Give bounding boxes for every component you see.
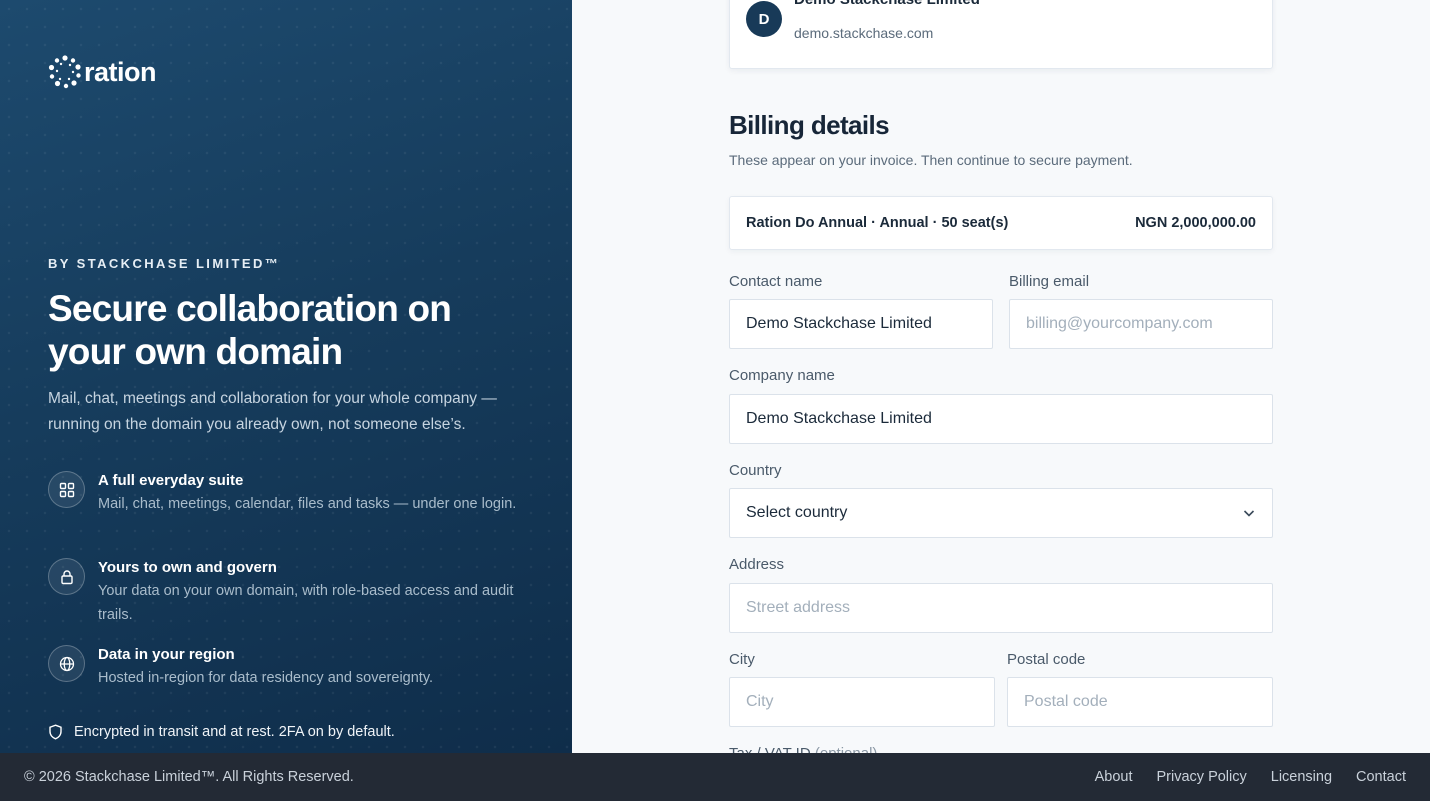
feature-desc: Hosted in-region for data residency and …: [98, 670, 434, 686]
shield-icon: [49, 724, 62, 740]
feature-title: A full everyday suite: [98, 472, 244, 489]
security-note: Encrypted in transit and at rest. 2FA on…: [48, 724, 395, 740]
tax-id-label: Tax / VAT ID (optional): [729, 745, 877, 753]
country-label: Country: [729, 462, 782, 479]
feature-govern: Yours to own and govern Your data on you…: [48, 558, 518, 627]
org-card: D Demo Stackchase Limited demo.stackchas…: [729, 0, 1273, 69]
logo: ration: [48, 55, 157, 89]
plan-price: NGN 2,000,000.00: [1135, 215, 1256, 231]
footer-links: About Privacy Policy Licensing Contact: [1071, 769, 1406, 785]
brand-panel: ration BY STACKCHASE LIMITED™ Secure col…: [0, 0, 572, 753]
company-name-label: Company name: [729, 367, 835, 384]
logo-mark-icon: [48, 55, 81, 89]
feature-desc: Mail, chat, meetings, calendar, files an…: [98, 496, 517, 512]
city-input[interactable]: [729, 677, 995, 727]
address-input[interactable]: [729, 583, 1273, 633]
billing-email-input[interactable]: [1009, 299, 1273, 349]
page-subtitle: These appear on your invoice. Then conti…: [729, 152, 1133, 168]
plan-label: Ration Do Annual · Annual · 50 seat(s): [746, 215, 1009, 231]
footer: © 2026 Stackchase Limited™. All Rights R…: [0, 753, 1430, 801]
company-name-input[interactable]: [729, 394, 1273, 444]
org-domain: demo.stackchase.com: [794, 25, 934, 41]
grid-icon: [48, 471, 85, 508]
city-label: City: [729, 651, 755, 668]
security-note-text: Encrypted in transit and at rest. 2FA on…: [74, 724, 395, 740]
tax-id-label-text: Tax / VAT ID: [729, 745, 811, 753]
page-title: Billing details: [729, 110, 890, 140]
contact-name-label: Contact name: [729, 273, 823, 290]
headline: Secure collaboration on your own domain: [48, 288, 452, 372]
plan-summary: Ration Do Annual · Annual · 50 seat(s) N…: [729, 196, 1273, 250]
logo-text: ration: [84, 57, 157, 87]
intro-text: Mail, chat, meetings and collaboration f…: [48, 390, 497, 433]
billing-email-label: Billing email: [1009, 273, 1090, 290]
feature-desc: Your data on your own domain, with role-…: [98, 583, 514, 623]
country-select[interactable]: Select country: [729, 488, 1273, 538]
copyright: © 2026 Stackchase Limited™. All Rights R…: [24, 769, 354, 785]
checkout-panel: D Demo Stackchase Limited demo.stackchas…: [572, 0, 1430, 753]
globe-icon: [48, 645, 85, 682]
chevron-down-icon: [1243, 510, 1255, 517]
postal-code-input[interactable]: [1007, 677, 1273, 727]
footer-link-about[interactable]: About: [1095, 769, 1133, 785]
feature-region: Data in your region Hosted in-region for…: [48, 645, 518, 690]
footer-link-contact[interactable]: Contact: [1356, 769, 1406, 785]
footer-link-privacy[interactable]: Privacy Policy: [1157, 769, 1247, 785]
country-select-value: Select country: [746, 504, 848, 521]
byline: BY STACKCHASE LIMITED™: [48, 256, 281, 271]
footer-link-licensing[interactable]: Licensing: [1271, 769, 1332, 785]
address-label: Address: [729, 556, 785, 573]
lock-icon: [48, 558, 85, 595]
avatar: D: [746, 1, 782, 37]
feature-title: Yours to own and govern: [98, 559, 277, 576]
tax-id-optional: (optional): [815, 745, 878, 753]
feature-suite: A full everyday suite Mail, chat, meetin…: [48, 471, 518, 516]
feature-title: Data in your region: [98, 646, 235, 663]
postal-code-label: Postal code: [1007, 651, 1086, 668]
org-name: Demo Stackchase Limited: [794, 0, 980, 8]
contact-name-input[interactable]: [729, 299, 993, 349]
